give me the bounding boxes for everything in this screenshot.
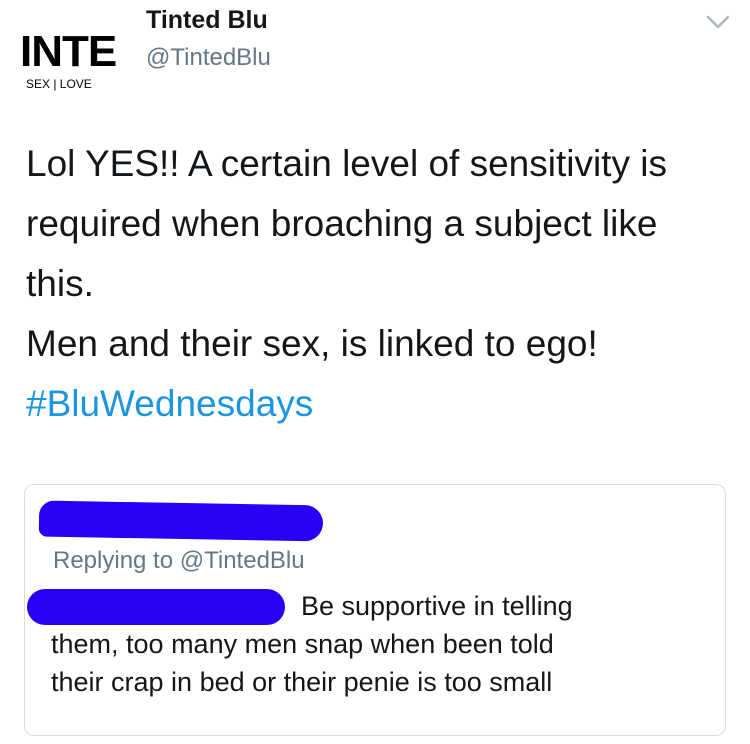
tweet-line: Men and their sex, is linked to ego! xyxy=(26,323,598,364)
quoted-line: them, too many men snap when been told xyxy=(51,629,554,659)
quoted-line: their crap in bed or their penie is too … xyxy=(51,667,553,697)
quoted-line: Be supportive in telling xyxy=(301,591,573,621)
tweet-text: Lol YES!! A certain level of sensitivity… xyxy=(26,134,726,434)
hashtag-link[interactable]: #BluWednesdays xyxy=(26,374,726,434)
redacted-author-name xyxy=(38,500,324,542)
avatar-logo-subtitle: SEX | LOVE xyxy=(26,77,92,91)
avatar[interactable]: INTE SEX | LOVE xyxy=(20,30,132,94)
quoted-tweet-card[interactable]: Replying to @TintedBlu Be supportive in … xyxy=(24,484,726,736)
avatar-logo-text: INTE xyxy=(20,27,117,76)
chevron-down-icon[interactable] xyxy=(706,14,730,30)
replying-to-label: Replying to @TintedBlu xyxy=(53,547,305,574)
tweet-line: Lol YES!! A certain level of sensitivity… xyxy=(26,143,667,184)
tweet-line: this. xyxy=(26,263,94,304)
quoted-tweet-text: Be supportive in telling them, too many … xyxy=(51,587,711,701)
display-name[interactable]: Tinted Blu xyxy=(146,6,268,35)
tweet-line: required when broaching a subject like xyxy=(26,203,658,244)
user-handle[interactable]: @TintedBlu xyxy=(146,44,271,72)
